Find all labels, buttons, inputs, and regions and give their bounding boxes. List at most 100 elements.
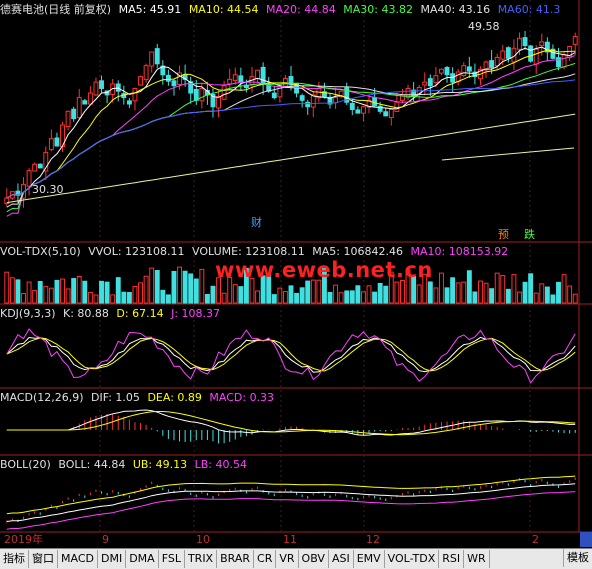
volume-bar <box>450 277 456 304</box>
volume-bar <box>15 279 21 304</box>
candle-body <box>149 51 155 67</box>
candle-body <box>433 75 439 84</box>
tab-asi[interactable]: ASI <box>329 550 354 568</box>
vol-title[interactable]: VOL-TDX(5,10) <box>0 245 81 258</box>
event-yu-marker[interactable]: 预 <box>498 226 509 242</box>
volume-bar <box>87 291 93 304</box>
candle-body <box>138 76 143 86</box>
volume-bar <box>93 294 99 304</box>
volume-bar <box>528 273 534 304</box>
tab-window[interactable]: 窗口 <box>29 550 58 568</box>
candle-body <box>310 94 316 108</box>
candle-body <box>533 48 539 65</box>
tab-rsi[interactable]: RSI <box>439 550 465 568</box>
volume-bar <box>539 283 545 304</box>
volume-bar <box>366 285 372 304</box>
volume-bar <box>288 285 294 304</box>
candle-body <box>360 106 366 114</box>
tab-vol-tdx[interactable]: VOL-TDX <box>385 550 440 568</box>
volume-bar <box>132 285 138 304</box>
macd-header: MACD(12,26,9) DIF: 1.05 DEA: 0.89 MACD: … <box>0 390 592 406</box>
candle-body <box>271 92 277 99</box>
scroll-handle[interactable] <box>580 532 592 547</box>
candle-body <box>466 66 472 72</box>
candle-body <box>444 66 450 76</box>
tab-obv[interactable]: OBV <box>299 550 329 568</box>
tab-vr[interactable]: VR <box>276 550 299 568</box>
volume-bar <box>165 294 171 304</box>
date-label-2: 2 <box>532 533 539 546</box>
volume-bar <box>271 294 277 304</box>
volume-label: VOLUME: 123108.11 <box>192 245 305 258</box>
boll-header: BOLL(20) BOLL: 44.84 UB: 49.13 LB: 40.54 <box>0 457 592 473</box>
tab-template[interactable]: 模板 <box>563 549 592 567</box>
candle-body <box>561 54 567 68</box>
volume-bar <box>433 287 439 304</box>
volume-bar <box>277 287 283 304</box>
tab-cr[interactable]: CR <box>254 550 277 568</box>
macd-dea-label: DEA: 0.89 <box>147 391 202 404</box>
volume-bar <box>110 294 116 304</box>
volume-bar <box>238 286 244 304</box>
tab-macd[interactable]: MACD <box>58 550 98 568</box>
candle-body <box>455 71 461 83</box>
candle-body <box>87 92 93 105</box>
candle-body <box>427 78 433 87</box>
candle-body <box>539 41 545 47</box>
date-label-12: 12 <box>366 533 380 546</box>
long-trend-line <box>6 113 576 204</box>
volume-bar <box>193 278 199 304</box>
volume-bar <box>104 281 110 304</box>
ma20-label: MA20: 44.84 <box>266 3 336 16</box>
candle-body <box>383 111 389 117</box>
tab-brar[interactable]: BRAR <box>217 550 255 568</box>
tab-indicator[interactable]: 指标 <box>0 550 29 568</box>
volume-bar <box>210 285 216 304</box>
volume-bar <box>182 270 188 304</box>
candle-body <box>388 108 394 119</box>
tab-wr[interactable]: WR <box>464 550 490 568</box>
volume-bar <box>160 289 166 304</box>
volume-bar <box>483 282 489 304</box>
kdj-k-label: K: 80.88 <box>63 307 109 320</box>
candle-body <box>528 45 534 62</box>
volume-bar <box>544 286 550 304</box>
event-die-marker[interactable]: 跌 <box>524 226 535 242</box>
volume-bar <box>327 291 333 304</box>
kdj-d-label: D: 67.14 <box>116 307 164 320</box>
volume-bar <box>372 291 378 304</box>
candle-body <box>143 65 149 80</box>
event-cai-marker[interactable]: 财 <box>251 214 262 230</box>
candle-body <box>37 163 43 169</box>
high-price-label: 49.58 <box>468 20 500 33</box>
tab-dmi[interactable]: DMI <box>98 550 127 568</box>
kdj-d-line <box>6 337 576 372</box>
volume-bar <box>43 285 49 304</box>
volume-bar <box>204 293 210 304</box>
candle-body <box>494 56 500 67</box>
candle-body <box>199 87 205 102</box>
tab-trix[interactable]: TRIX <box>185 550 218 568</box>
volume-bar <box>556 281 561 304</box>
candle-body <box>305 101 311 108</box>
candle-body <box>154 48 160 65</box>
candle-body <box>394 101 400 112</box>
candle-body <box>439 68 444 74</box>
tab-dma[interactable]: DMA <box>126 550 159 568</box>
boll-title[interactable]: BOLL(20) <box>0 458 51 471</box>
volume-bar <box>299 287 305 304</box>
boll-mid-label: BOLL: 44.84 <box>58 458 126 471</box>
volume-bar <box>355 285 361 304</box>
indicator-tab-bar: 指标 窗口 MACD DMI DMA FSL TRIX BRAR CR VR O… <box>0 548 592 569</box>
kdj-title[interactable]: KDJ(9,3,3) <box>0 307 56 320</box>
volume-bar <box>522 281 528 304</box>
volume-bar <box>48 287 54 304</box>
volume-bar <box>500 275 506 304</box>
volume-bar <box>71 278 77 304</box>
projection-line <box>441 147 575 161</box>
volume-bar <box>76 275 82 304</box>
tab-emv[interactable]: EMV <box>354 550 385 568</box>
tab-fsl[interactable]: FSL <box>159 550 185 568</box>
macd-title[interactable]: MACD(12,26,9) <box>0 391 84 404</box>
volume-bar <box>32 290 38 304</box>
